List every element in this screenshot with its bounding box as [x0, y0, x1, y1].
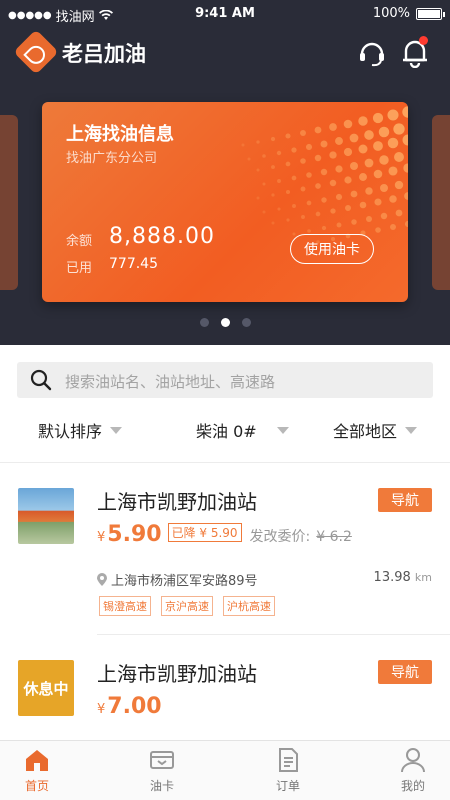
address-row: 上海市杨浦区军安路89号 [97, 570, 258, 589]
distance-unit: km [414, 571, 432, 584]
tab-label: 首页 [24, 779, 49, 793]
currency-symbol: ¥ [97, 702, 106, 717]
station-name: 上海市凯野加油站 [97, 662, 257, 686]
highway-tag: 沪杭高速 [223, 596, 275, 616]
battery-percent: 100% [372, 6, 410, 21]
tab-label: 我的 [400, 779, 425, 793]
tab-bar: 首页 油卡 订单 我的 [0, 740, 450, 800]
price-row: ¥ 5.90 已降 ¥ 5.90 发改委价: ¥ 6.2 [97, 522, 352, 547]
tab-card[interactable]: 油卡 [132, 747, 192, 794]
highway-tag: 锡澄高速 [99, 596, 151, 616]
divider [0, 462, 450, 463]
balance-label: 余额 [66, 234, 93, 249]
ndrc-price: ¥ 6.2 [316, 529, 352, 545]
sort-filter-label: 默认排序 [38, 422, 103, 441]
highway-tag: 京沪高速 [161, 596, 213, 616]
sort-filter[interactable]: 默认排序 [38, 418, 123, 442]
fuel-filter[interactable]: 柴油 0# [196, 418, 289, 442]
search-input[interactable]: 搜索油站名、油站地址、高速路 [65, 371, 275, 392]
header-area: ●●●●● 找油网 9:41 AM 100% 老吕加油 上海找油信息 找油广东分 [0, 0, 450, 345]
location-pin-icon [97, 573, 107, 586]
region-filter-label: 全部地区 [333, 422, 398, 441]
card-branch: 找油广东分公司 [66, 151, 158, 166]
tab-label: 订单 [275, 779, 300, 793]
station-photo: 休息中 [18, 660, 74, 716]
navigate-button[interactable]: 导航 [378, 488, 432, 512]
chevron-down-icon [405, 426, 418, 434]
resting-status-badge: 休息中 [18, 660, 74, 716]
order-icon [279, 748, 298, 772]
chevron-down-icon [110, 426, 123, 434]
home-icon [26, 750, 48, 771]
station-item[interactable]: 上海市凯野加油站 导航 ¥ 5.90 已降 ¥ 5.90 发改委价: ¥ 6.2… [0, 480, 450, 640]
station-distance: 13.98 km [374, 570, 432, 585]
used-label: 已用 [66, 261, 93, 276]
card-dot-pattern [241, 106, 408, 244]
filter-bar: 默认排序 柴油 0# 全部地区 [0, 410, 450, 450]
region-filter[interactable]: 全部地区 [333, 418, 418, 442]
station-item[interactable]: 休息中 上海市凯野加油站 导航 ¥ 7.00 [0, 652, 450, 742]
fuel-filter-label: 柴油 0# [196, 422, 257, 441]
battery-info: 100% [372, 6, 445, 21]
card-company: 上海找油信息 [66, 124, 174, 145]
app-logo [13, 29, 59, 75]
app-title: 老吕加油 [62, 42, 146, 66]
station-photo [18, 488, 74, 544]
price-reduced-badge: 已降 ¥ 5.90 [167, 523, 242, 542]
station-price: 5.90 [107, 522, 162, 547]
price-row: ¥ 7.00 [97, 694, 162, 719]
fuel-card[interactable]: 上海找油信息 找油广东分公司 余额 8,888.00 已用 777.45 使用油… [42, 102, 408, 302]
balance-value: 8,888.00 [109, 224, 215, 249]
station-name: 上海市凯野加油站 [97, 490, 257, 514]
station-price: 7.00 [107, 694, 162, 719]
used-value: 777.45 [109, 256, 158, 272]
use-card-button[interactable]: 使用油卡 [290, 234, 374, 264]
tab-orders[interactable]: 订单 [258, 747, 318, 794]
tab-profile[interactable]: 我的 [383, 747, 443, 794]
chevron-down-icon [276, 426, 289, 434]
card-icon [150, 751, 174, 769]
distance-value: 13.98 [373, 570, 411, 585]
carousel-dot[interactable] [241, 318, 251, 327]
tab-label: 油卡 [149, 779, 174, 793]
prev-card-peek[interactable] [0, 115, 18, 290]
notification-dot [419, 36, 428, 45]
currency-symbol: ¥ [97, 530, 106, 545]
status-bar: ●●●●● 找油网 9:41 AM 100% [0, 0, 450, 28]
customer-service-icon[interactable] [357, 38, 387, 68]
search-icon [30, 369, 52, 391]
station-address: 上海市杨浦区军安路89号 [111, 574, 258, 589]
user-icon [401, 748, 425, 773]
carousel-dot-active[interactable] [220, 318, 230, 327]
highway-tags: 锡澄高速 京沪高速 沪杭高速 [99, 596, 275, 616]
item-divider [97, 634, 450, 635]
carousel-dot[interactable] [199, 318, 209, 327]
battery-icon [416, 7, 445, 20]
carousel-indicator [0, 318, 450, 327]
navigate-button[interactable]: 导航 [378, 660, 432, 684]
tab-home[interactable]: 首页 [7, 747, 67, 794]
search-bar[interactable]: 搜索油站名、油站地址、高速路 [17, 362, 433, 398]
ndrc-price-label: 发改委价: [249, 529, 311, 545]
app-bar: 老吕加油 [0, 29, 450, 75]
next-card-peek[interactable] [432, 115, 450, 290]
